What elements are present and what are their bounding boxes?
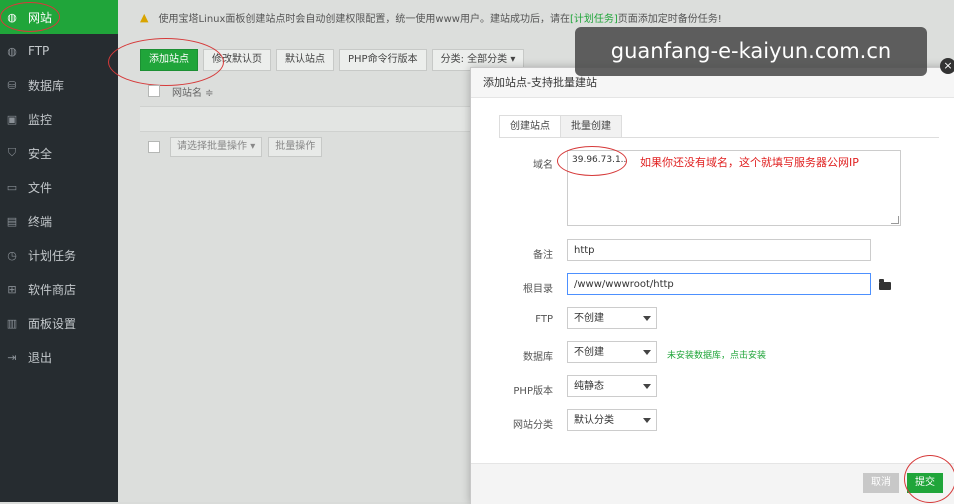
domain-label: 域名 xyxy=(533,160,553,171)
logout-icon: ⇥ xyxy=(7,350,17,364)
database-select[interactable]: 不创建 xyxy=(567,341,657,363)
sidebar-item-label: 退出 xyxy=(28,350,53,365)
database-select-value: 不创建 xyxy=(574,347,604,358)
table-header: 网站名 ≑ xyxy=(140,80,470,102)
database-label: 数据库 xyxy=(523,352,553,363)
root-dir-input[interactable]: /www/wwwroot/http xyxy=(567,273,871,295)
batch-operation-placeholder: 请选择批量操作 xyxy=(177,141,247,152)
sidebar-item-label: 计划任务 xyxy=(28,248,77,263)
sidebar-item-cron[interactable]: ◷ 计划任务 xyxy=(0,238,118,272)
sidebar-item-label: 软件商店 xyxy=(28,282,77,297)
sidebar-item-label: 面板设置 xyxy=(28,316,77,331)
php-version-label: PHP版本 xyxy=(513,386,553,397)
sidebar-item-files[interactable]: ▭ 文件 xyxy=(0,170,118,204)
php-version-select[interactable]: 纯静态 xyxy=(567,375,657,397)
chevron-down-icon: ▾ xyxy=(510,54,516,65)
chevron-down-icon xyxy=(643,384,651,389)
database-icon: ⛁ xyxy=(7,78,17,92)
tab-batch-create[interactable]: 批量创建 xyxy=(560,115,622,138)
warning-icon: ▲ xyxy=(140,10,149,24)
default-site-button[interactable]: 默认站点 xyxy=(276,49,334,71)
sidebar-item-security[interactable]: ⛉ 安全 xyxy=(0,136,118,170)
site-category-label: 网站分类 xyxy=(513,420,553,431)
batch-action-button[interactable]: 批量操作 xyxy=(268,137,323,157)
shield-icon: ⛉ xyxy=(7,146,17,159)
cancel-button[interactable]: 取消 xyxy=(863,473,899,493)
resize-handle-icon[interactable] xyxy=(891,216,899,224)
table-row xyxy=(140,106,470,132)
modal-footer: 取消 提交 xyxy=(471,463,954,504)
ftp-label: FTP xyxy=(535,314,553,325)
select-all-checkbox[interactable] xyxy=(148,85,160,97)
sidebar: ◍ 网站 ◍ FTP ⛁ 数据库 ▣ 监控 ⛉ 安全 ▭ 文件 ▤ 终端 ◷ 计… xyxy=(0,0,118,502)
notice-text-end: 页面添加定时备份任务! xyxy=(617,13,722,25)
close-icon[interactable]: × xyxy=(940,58,954,74)
notice-text: 使用宝塔Linux面板创建站点时会自动创建权限配置，统一使用www用户。建站成功… xyxy=(158,13,570,25)
sidebar-item-label: 安全 xyxy=(28,146,53,161)
domain-annotation: 如果你还没有域名，这个就填写服务器公网IP xyxy=(640,156,859,169)
highlight-circle xyxy=(557,146,627,176)
tab-divider xyxy=(499,137,939,138)
php-cli-version-button[interactable]: PHP命令行版本 xyxy=(339,49,427,71)
tab-create-site[interactable]: 创建站点 xyxy=(499,115,561,138)
sidebar-item-monitor[interactable]: ▣ 监控 xyxy=(0,102,118,136)
sidebar-item-logout[interactable]: ⇥ 退出 xyxy=(0,340,118,374)
install-database-link[interactable]: 未安装数据库，点击安装 xyxy=(667,348,766,361)
watermark-overlay: guanfang-e-kaiyun.com.cn xyxy=(575,27,927,76)
store-icon: ⊞ xyxy=(7,282,17,296)
site-category-select[interactable]: 默认分类 xyxy=(567,409,657,431)
sidebar-item-ftp[interactable]: ◍ FTP xyxy=(0,34,118,68)
modal-tabs: 创建站点 批量创建 xyxy=(499,115,622,138)
sidebar-item-label: 文件 xyxy=(28,180,53,195)
settings-icon: ▥ xyxy=(6,316,18,330)
folder-open-icon[interactable] xyxy=(879,279,891,290)
chevron-down-icon xyxy=(643,350,651,355)
ftp-select-value: 不创建 xyxy=(574,313,604,324)
column-site-name[interactable]: 网站名 ≑ xyxy=(172,84,214,99)
sidebar-item-label: 监控 xyxy=(28,112,53,127)
php-version-value: 纯静态 xyxy=(574,381,604,392)
site-category-value: 默认分类 xyxy=(574,415,614,426)
chevron-down-icon xyxy=(643,418,651,423)
remark-label: 备注 xyxy=(533,250,553,261)
category-filter-value: 分类: 全部分类 xyxy=(440,54,508,65)
batch-checkbox[interactable] xyxy=(148,141,160,153)
sidebar-item-label: FTP xyxy=(28,44,50,58)
batch-bar: 请选择批量操作 ▾ 批量操作 xyxy=(140,137,323,157)
chevron-down-icon xyxy=(643,316,651,321)
sidebar-item-label: 数据库 xyxy=(28,78,65,93)
sidebar-item-store[interactable]: ⊞ 软件商店 xyxy=(0,272,118,306)
highlight-circle xyxy=(904,455,954,503)
globe-icon: ◍ xyxy=(7,44,17,58)
notice-bar: ▲ 使用宝塔Linux面板创建站点时会自动创建权限配置，统一使用www用户。建站… xyxy=(140,6,722,28)
sidebar-item-label: 终端 xyxy=(28,214,53,229)
add-site-modal: 添加站点-支持批量建站 创建站点 批量创建 域名 39.96.73.1.. 如果… xyxy=(470,67,954,504)
folder-icon: ▭ xyxy=(6,180,18,194)
sidebar-item-settings[interactable]: ▥ 面板设置 xyxy=(0,306,118,340)
monitor-icon: ▣ xyxy=(6,112,18,126)
clock-icon: ◷ xyxy=(7,248,17,262)
ftp-select[interactable]: 不创建 xyxy=(567,307,657,329)
sidebar-item-terminal[interactable]: ▤ 终端 xyxy=(0,204,118,238)
sidebar-item-database[interactable]: ⛁ 数据库 xyxy=(0,68,118,102)
terminal-icon: ▤ xyxy=(6,214,18,228)
highlight-circle xyxy=(108,38,224,86)
highlight-circle xyxy=(0,2,60,32)
root-dir-label: 根目录 xyxy=(523,284,553,295)
chevron-down-icon: ▾ xyxy=(250,141,256,152)
batch-operation-select[interactable]: 请选择批量操作 ▾ xyxy=(170,137,263,157)
cron-link[interactable]: [计划任务] xyxy=(570,10,618,25)
remark-input[interactable]: http xyxy=(567,239,871,261)
